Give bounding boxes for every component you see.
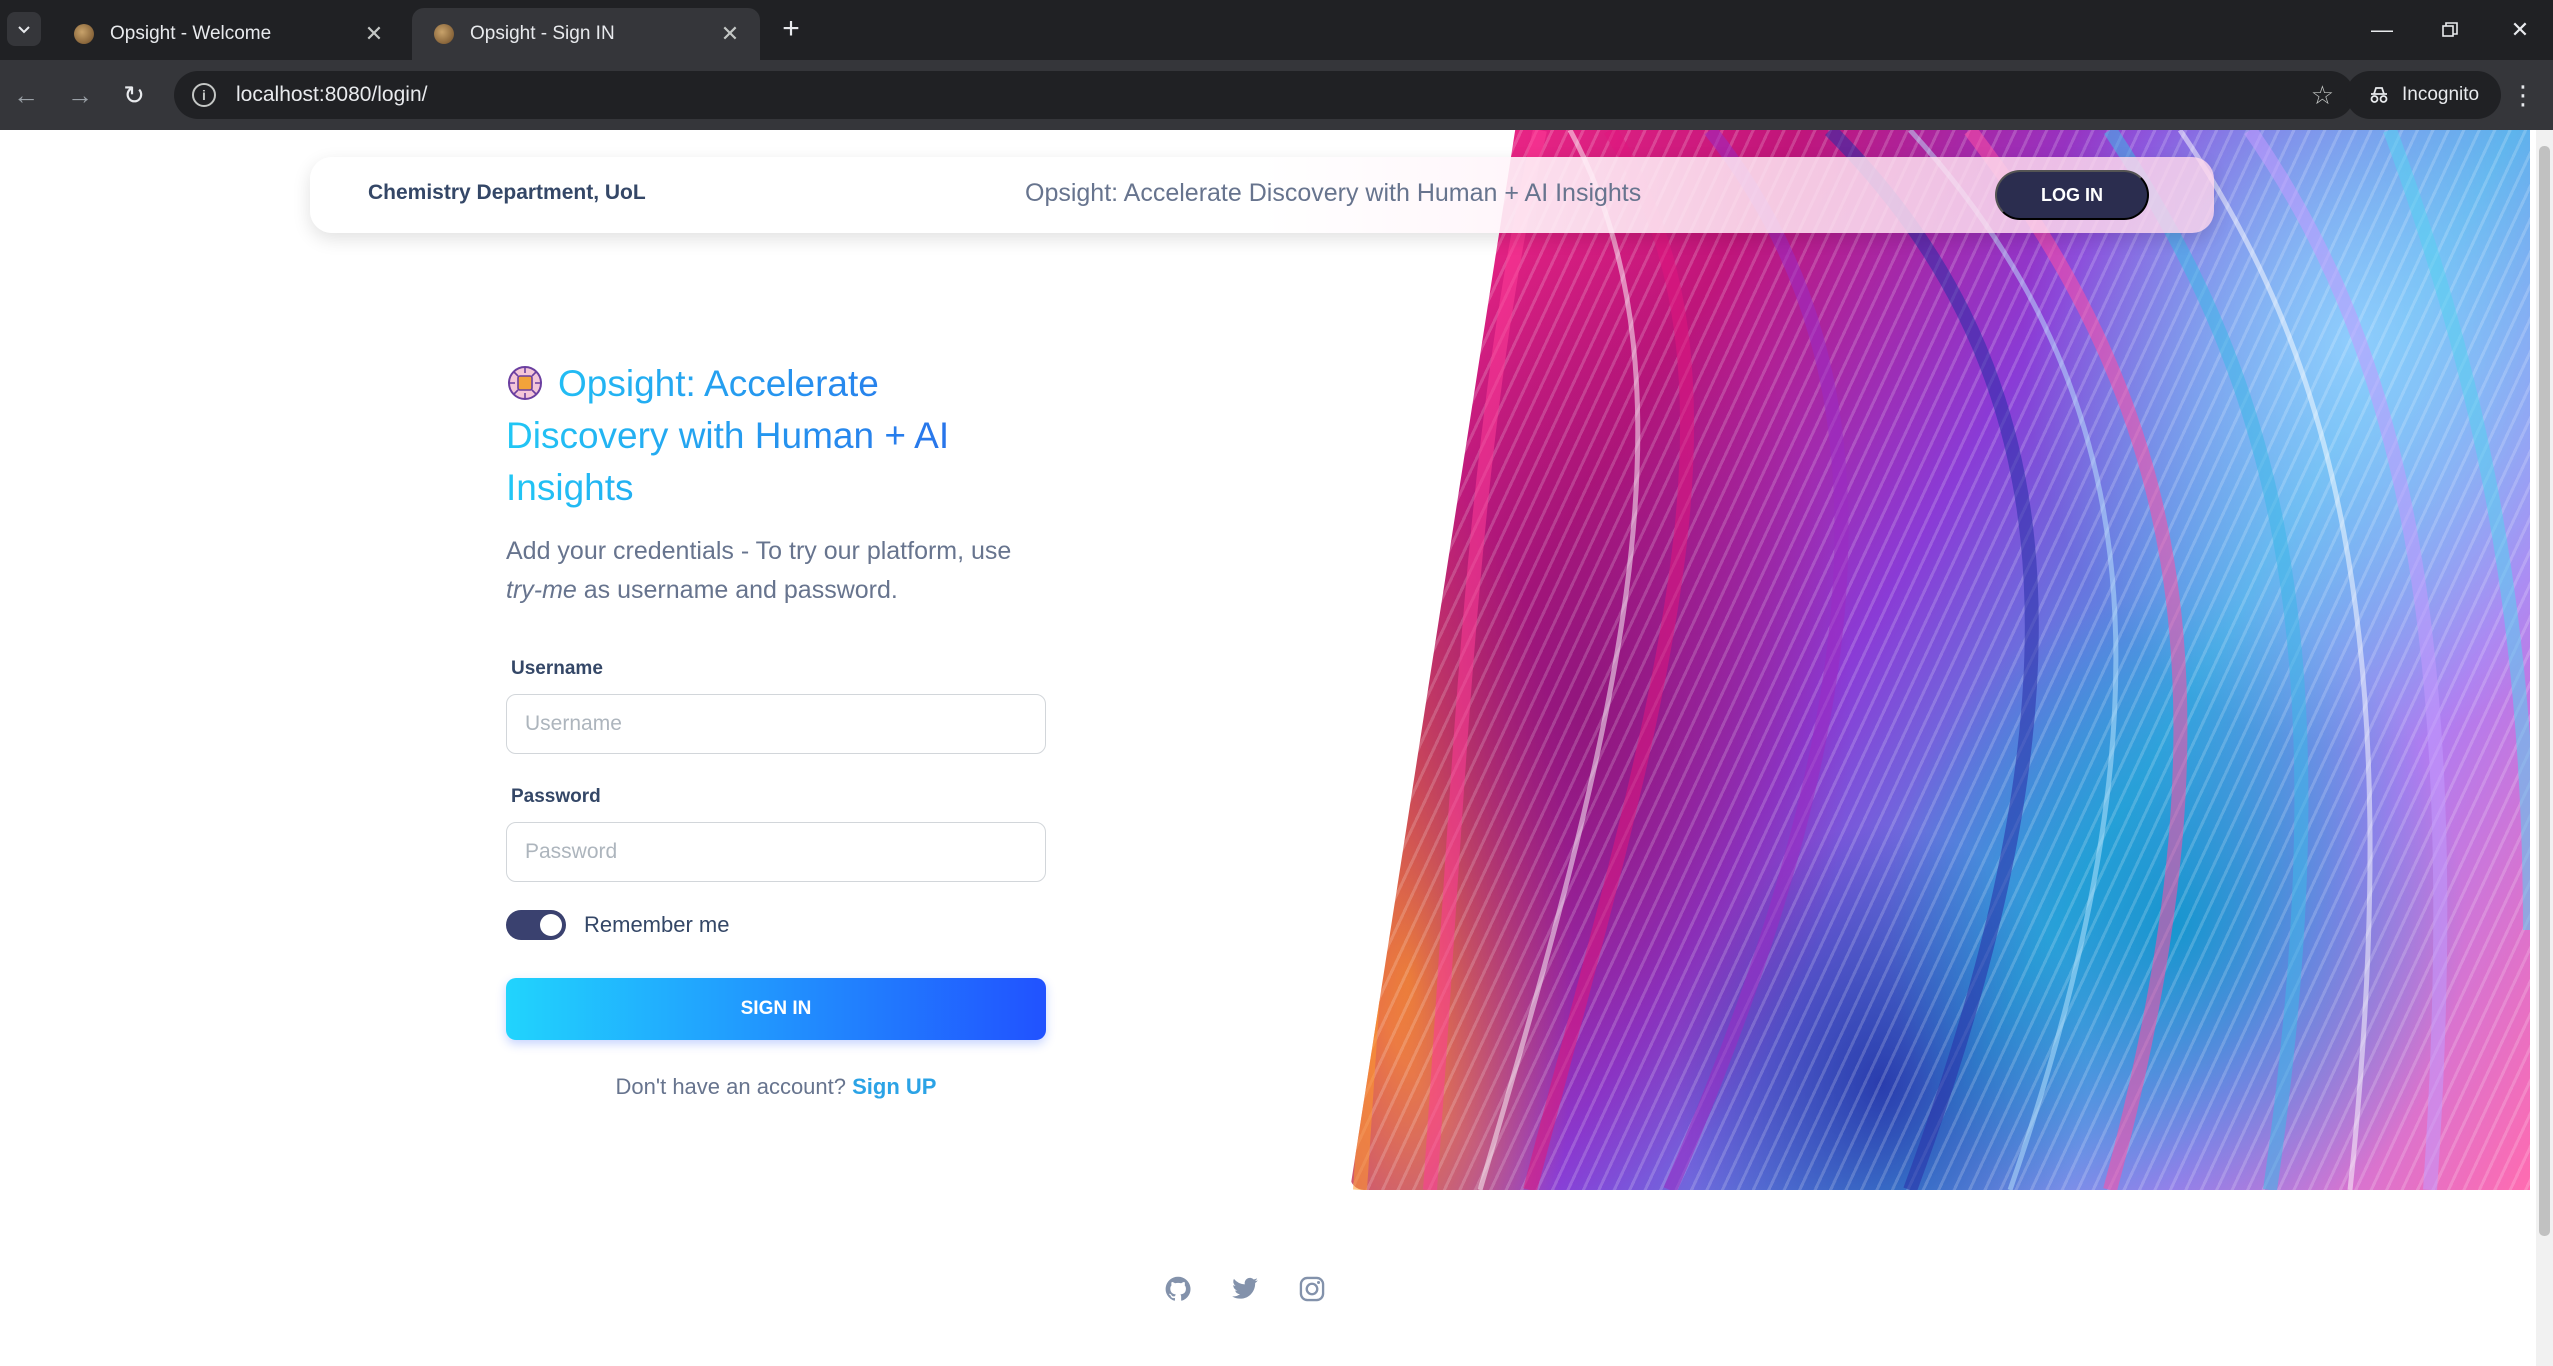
- navbar-slogan: Opsight: Accelerate Discovery with Human…: [1025, 179, 1642, 207]
- opsight-favicon-icon: [434, 24, 454, 44]
- back-arrow-icon[interactable]: ←: [8, 77, 44, 113]
- credentials-hint: Add your credentials - To try our platfo…: [506, 532, 1046, 610]
- brain-chip-icon: [508, 366, 542, 400]
- chevron-down-icon: [18, 26, 30, 34]
- signin-button[interactable]: SIGN IN: [506, 978, 1046, 1040]
- page-scrollbar[interactable]: [2536, 130, 2553, 1366]
- window-close-icon[interactable]: ✕: [2500, 10, 2540, 50]
- reload-icon[interactable]: ↻: [116, 77, 152, 113]
- tab-title: Opsight - Sign IN: [470, 23, 615, 44]
- incognito-badge[interactable]: Incognito: [2346, 71, 2502, 119]
- bookmark-star-icon[interactable]: ☆: [2311, 80, 2334, 111]
- login-button[interactable]: LOG IN: [1995, 170, 2149, 220]
- incognito-icon: [2370, 87, 2388, 103]
- site-info-icon[interactable]: i: [192, 83, 216, 107]
- incognito-label: Incognito: [2402, 84, 2480, 105]
- username-input[interactable]: [506, 694, 1046, 754]
- browser-toolbar: ← → ↻ i localhost:8080/login/ ☆ Incognit…: [0, 60, 2553, 130]
- signup-prompt: Don't have an account? Sign UP: [506, 1074, 1046, 1100]
- minimize-icon[interactable]: —: [2362, 10, 2402, 50]
- password-label: Password: [511, 786, 601, 807]
- restore-icon[interactable]: [2430, 10, 2470, 50]
- signup-prompt-text: Don't have an account?: [615, 1074, 853, 1099]
- forward-arrow-icon[interactable]: →: [62, 77, 98, 113]
- password-input[interactable]: [506, 822, 1046, 882]
- navbar-brand[interactable]: Chemistry Department, UoL: [368, 181, 646, 205]
- twitter-icon[interactable]: [1230, 1274, 1260, 1304]
- opsight-favicon-icon: [74, 24, 94, 44]
- close-icon[interactable]: ✕: [362, 21, 386, 47]
- browser-tab-signin[interactable]: Opsight - Sign IN ✕: [412, 8, 760, 60]
- top-navbar: Chemistry Department, UoL Opsight: Accel…: [310, 157, 2214, 233]
- tab-title: Opsight - Welcome: [110, 23, 272, 44]
- login-page: Chemistry Department, UoL Opsight: Accel…: [0, 130, 2553, 1366]
- hint-text: as username and password.: [576, 576, 898, 604]
- hint-text: Add your credentials - To try our platfo…: [506, 537, 1012, 565]
- toggle-knob: [540, 914, 562, 936]
- page-title-text: Opsight: Accelerate Discovery with Human…: [506, 363, 950, 508]
- username-label: Username: [511, 658, 603, 679]
- github-icon[interactable]: [1163, 1274, 1193, 1304]
- hint-emphasis: try-me: [506, 576, 577, 604]
- instagram-icon[interactable]: [1297, 1274, 1327, 1304]
- url-text[interactable]: localhost:8080/login/: [236, 83, 2311, 107]
- signup-link[interactable]: Sign UP: [852, 1074, 936, 1099]
- browser-tab-welcome[interactable]: Opsight - Welcome ✕: [52, 8, 404, 60]
- remember-me-toggle[interactable]: [506, 910, 566, 940]
- browser-tab-bar: Opsight - Welcome ✕ Opsight - Sign IN ✕ …: [0, 0, 2553, 60]
- scrollbar-thumb[interactable]: [2539, 146, 2550, 1236]
- remember-me-label[interactable]: Remember me: [584, 912, 729, 938]
- close-icon[interactable]: ✕: [718, 21, 742, 47]
- page-title: Opsight: Accelerate Discovery with Human…: [506, 358, 1046, 514]
- new-tab-button[interactable]: +: [774, 12, 808, 46]
- decorative-swirl-image: [1350, 130, 2530, 1190]
- browser-menu-icon[interactable]: ⋮: [2506, 78, 2540, 112]
- address-bar[interactable]: i localhost:8080/login/ ☆: [174, 71, 2354, 119]
- tab-search-button[interactable]: [7, 12, 41, 46]
- signin-form: Opsight: Accelerate Discovery with Human…: [506, 358, 1046, 1100]
- remember-me-row: Remember me: [506, 910, 1046, 940]
